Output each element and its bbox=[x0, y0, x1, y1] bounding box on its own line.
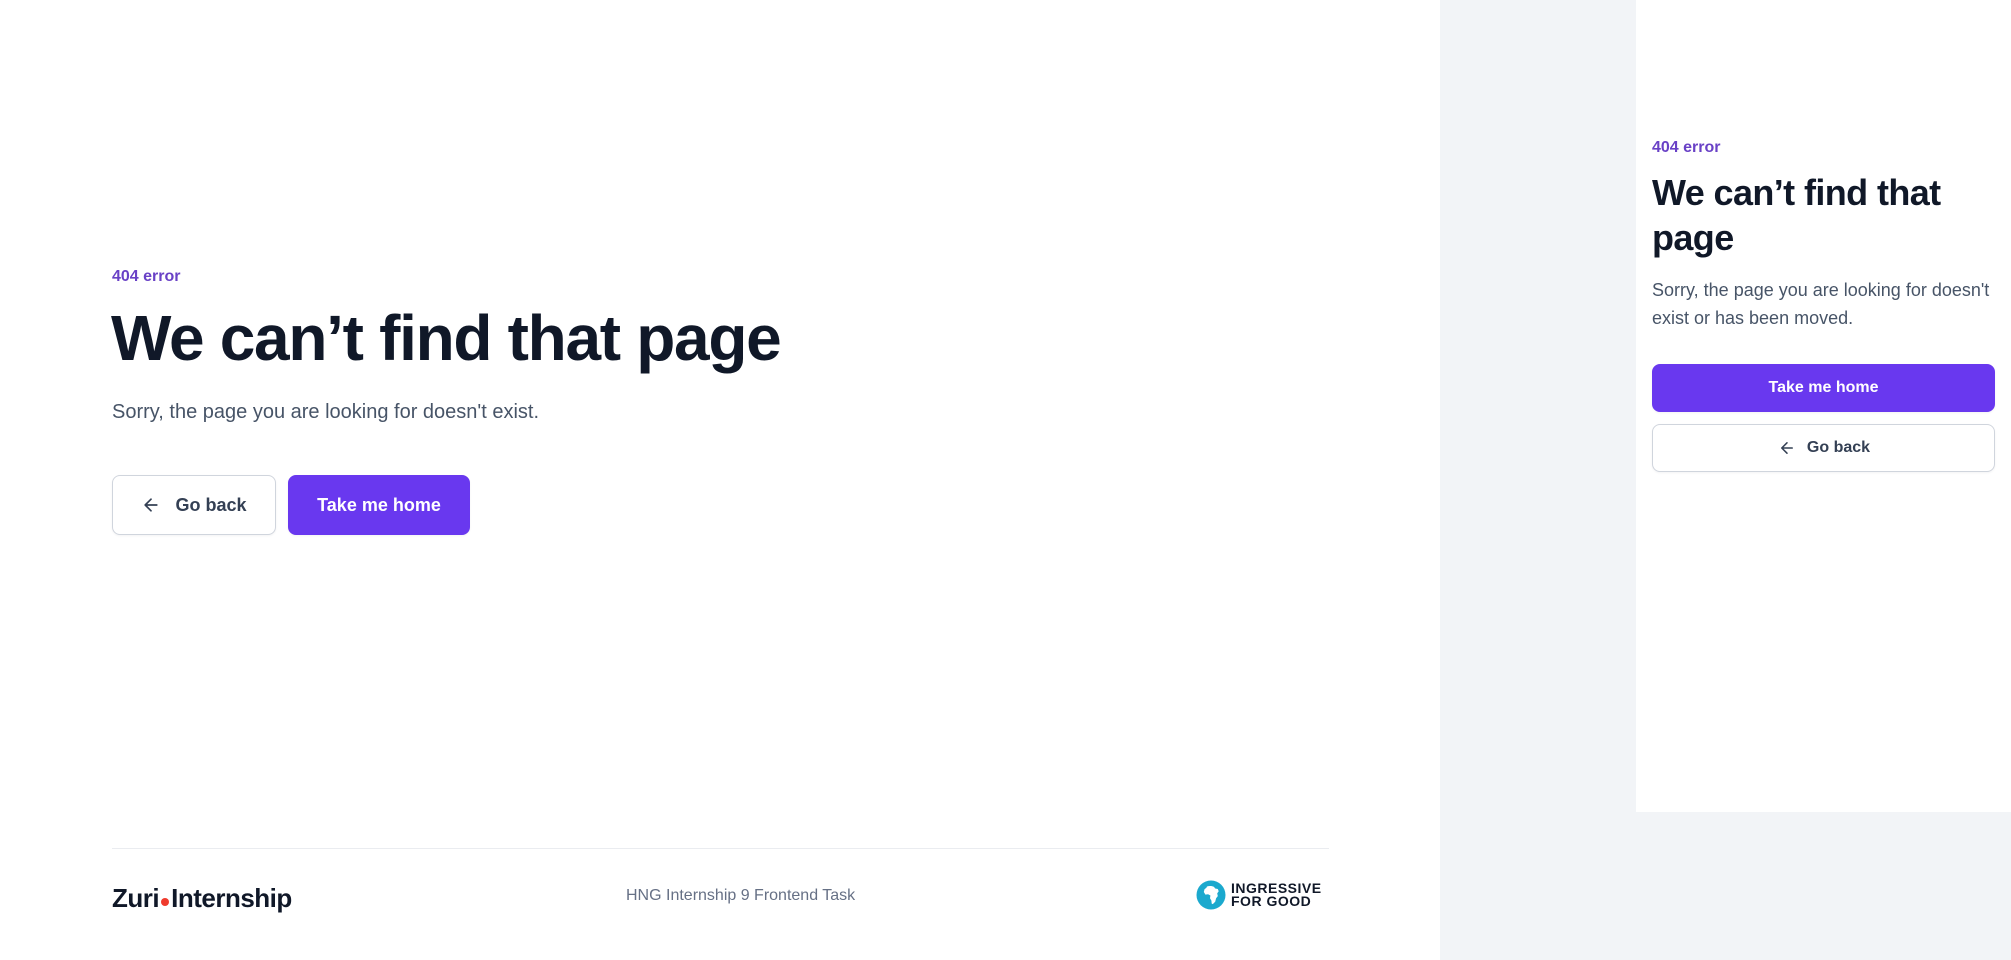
footer-divider bbox=[112, 848, 1329, 849]
mobile-view: 404 error We can’t find that page Sorry,… bbox=[1636, 0, 2011, 812]
page-canvas: 404 error We can’t find that page Sorry,… bbox=[0, 0, 2011, 960]
arrow-left-icon bbox=[1777, 438, 1797, 458]
go-back-label: Go back bbox=[175, 494, 247, 515]
desktop-view: 404 error We can’t find that page Sorry,… bbox=[0, 0, 1440, 960]
internship-logo-word: Internship bbox=[171, 883, 292, 913]
i4g-logo-line2: FOR GOOD bbox=[1231, 893, 1312, 909]
zuri-logo-word: Zuri bbox=[112, 883, 160, 913]
mobile-page-title: We can’t find that page bbox=[1652, 172, 1941, 258]
arrow-left-icon bbox=[141, 495, 161, 515]
error-code-label: 404 error bbox=[112, 268, 181, 285]
red-dot-icon bbox=[161, 898, 170, 906]
page-title: We can’t find that page bbox=[111, 302, 782, 374]
take-me-home-label: Take me home bbox=[317, 494, 441, 515]
go-back-button[interactable]: Go back bbox=[112, 475, 276, 535]
zuri-internship-logo[interactable]: Zuri Internship bbox=[112, 881, 292, 915]
ingressive-for-good-logo[interactable]: INGRESSIVE FOR GOOD bbox=[1196, 880, 1322, 910]
mobile-take-me-home-button[interactable]: Take me home bbox=[1652, 364, 1995, 412]
mobile-go-back-button[interactable]: Go back bbox=[1652, 424, 1995, 472]
error-description: Sorry, the page you are looking for does… bbox=[112, 401, 540, 423]
mobile-go-back-label: Go back bbox=[1806, 439, 1871, 456]
mobile-error-code-label: 404 error bbox=[1652, 139, 1721, 156]
mobile-error-description: Sorry, the page you are looking for does… bbox=[1652, 280, 1990, 328]
take-me-home-button[interactable]: Take me home bbox=[288, 475, 470, 535]
mobile-take-me-home-label: Take me home bbox=[1768, 379, 1879, 396]
footer-caption: HNG Internship 9 Frontend Task bbox=[626, 887, 856, 904]
globe-africa-icon bbox=[1196, 880, 1226, 910]
